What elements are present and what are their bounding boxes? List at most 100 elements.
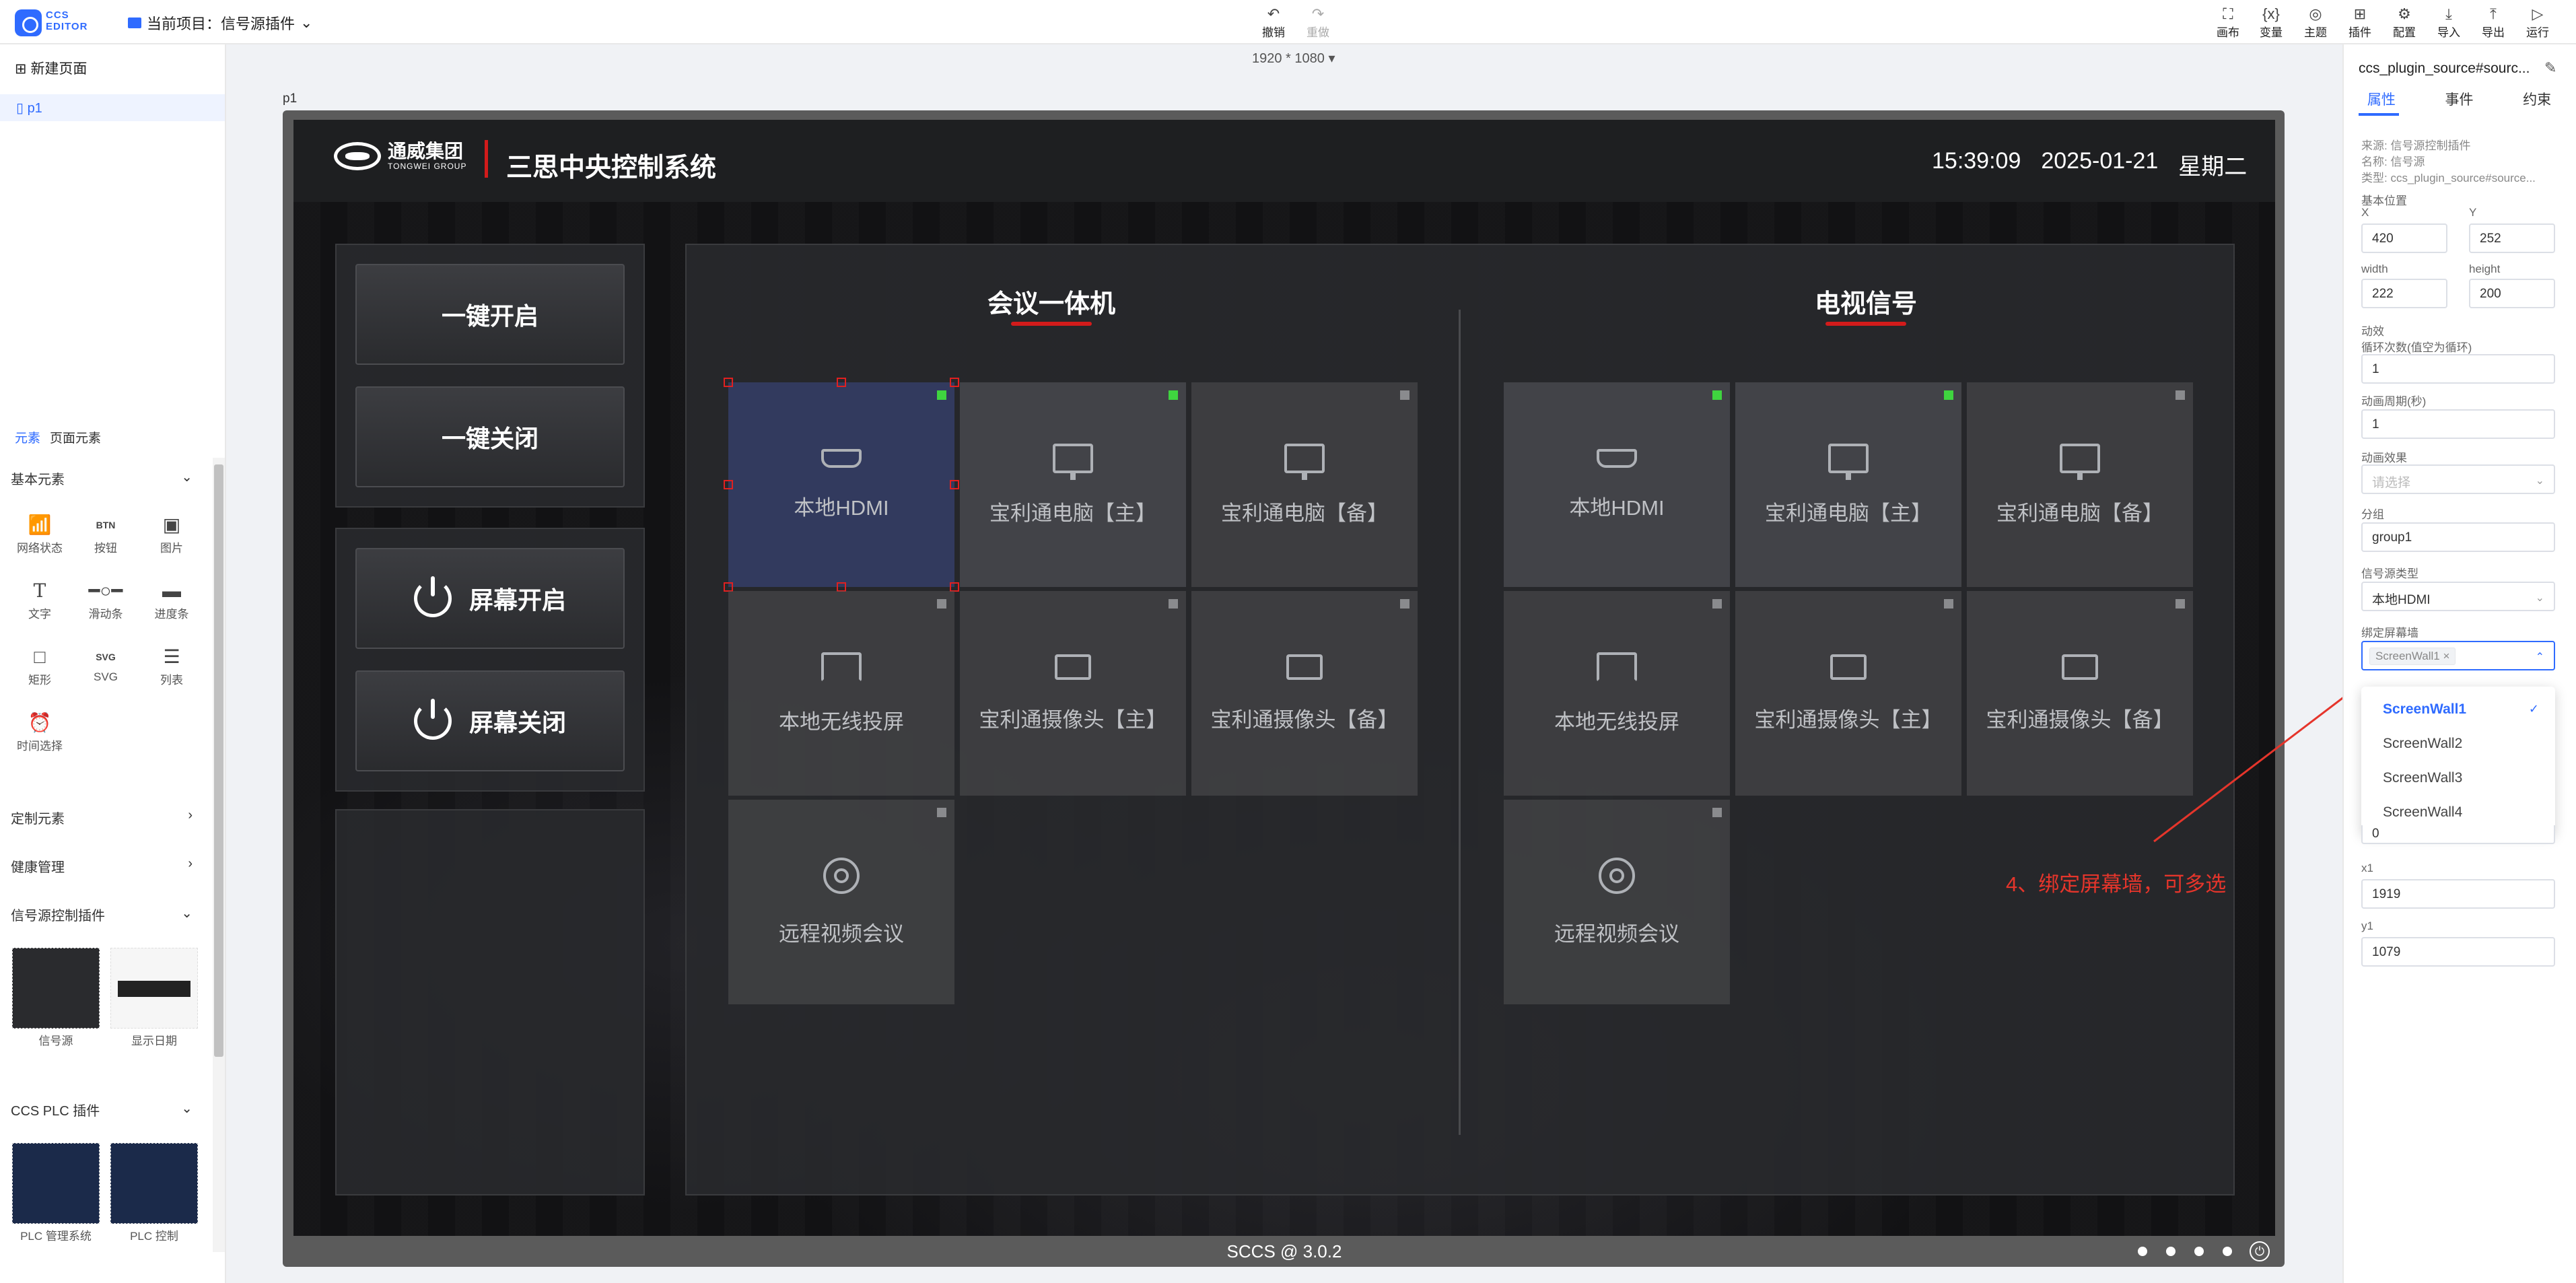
edit-icon[interactable]: ✎ [2544,59,2556,77]
screen-wall-select[interactable]: ScreenWall1 × ⌃ [2361,641,2555,670]
export-label: 导出 [2482,26,2505,39]
tab-page-elements[interactable]: 页面元素 [50,428,101,446]
resize-handle[interactable] [837,378,846,387]
resize-handle[interactable] [837,582,846,592]
plugin-thumb-date[interactable] [110,948,198,1029]
source-tile-hdmi[interactable]: 本地HDMI [724,378,959,592]
chevron-right-icon: › [188,856,193,871]
period-input[interactable]: 1 [2361,409,2555,439]
x1-input[interactable]: 1919 [2361,879,2555,909]
page-dot[interactable] [2166,1247,2175,1256]
tv-tile-remote-meeting[interactable]: 远程视频会议 [1504,800,1730,1004]
undo-button[interactable]: ↶ 撤销 [1253,5,1294,40]
theme-button[interactable]: ◎ 主题 [2295,5,2336,40]
resize-handle[interactable] [950,582,959,592]
dropdown-option[interactable]: ScreenWall4 [2361,795,2555,829]
power-icon[interactable]: ⏻ [2250,1241,2270,1261]
screen-on-button[interactable]: 屏幕开启 [355,548,625,649]
resize-handle[interactable] [950,378,959,387]
tv-tile-wireless[interactable]: 本地无线投屏 [1504,591,1730,796]
plugin-button[interactable]: ⊞ 插件 [2340,5,2380,40]
dropdown-option[interactable]: ScreenWall3 [2361,761,2555,795]
screen-off-button[interactable]: 屏幕关闭 [355,670,625,771]
section-health-management[interactable]: 健康管理 › [11,856,193,876]
tv-tile-pc-backup[interactable]: 宝利通电脑【备】 [1967,382,2193,587]
redo-button[interactable]: ↷ 重做 [1298,5,1338,40]
effect-select[interactable]: 请选择 ⌄ [2361,464,2555,494]
tab-properties[interactable]: 属性 [2367,89,2396,109]
canvas-button[interactable]: ⛶ 画布 [2208,5,2248,40]
resize-handle[interactable] [950,480,959,489]
source-tile-camera-backup[interactable]: 宝利通摄像头【备】 [1191,591,1418,796]
component-rect[interactable]: □ 矩形 [9,644,70,687]
scrollbar-thumb[interactable] [214,464,223,1057]
import-button[interactable]: ⤓ 导入 [2429,5,2469,40]
section-signal-plugin[interactable]: 信号源控制插件 ⌄ [11,905,193,924]
dropdown-option[interactable]: ScreenWall1 ✓ [2361,692,2555,726]
run-button[interactable]: ▷ 运行 [2517,5,2558,40]
source-tile-pc-main[interactable]: 宝利通电脑【主】 [960,382,1186,587]
group-input[interactable]: group1 [2361,522,2555,552]
source-tile-remote-meeting[interactable]: 远程视频会议 [728,800,954,1004]
plugin-thumb-signal-source[interactable] [12,948,100,1029]
dropdown-option[interactable]: ScreenWall2 [2361,726,2555,761]
section-basic-elements[interactable]: 基本元素 ⌄ [11,469,193,488]
tv-tile-camera-main[interactable]: 宝利通摄像头【主】 [1735,591,1961,796]
height-input[interactable]: 200 [2469,279,2555,308]
section-custom-elements[interactable]: 定制元素 › [11,808,193,827]
y1-input[interactable]: 1079 [2361,937,2555,967]
component-image[interactable]: ▣ 图片 [141,512,202,555]
clock-weekday: 星期二 [2178,154,2248,180]
component-svg[interactable]: SVG SVG [75,644,136,684]
resolution-selector[interactable]: 1920 * 1080 ▾ [1252,50,1335,67]
width-input[interactable]: 222 [2361,279,2447,308]
page-dot[interactable] [2194,1247,2204,1256]
status-led [1944,390,1953,400]
page-item-p1[interactable]: ▯ p1 [0,94,225,121]
component-progress[interactable]: ▬ 进度条 [141,578,202,621]
page-dot[interactable] [2223,1247,2232,1256]
section-plc-plugin[interactable]: CCS PLC 插件 ⌄ [11,1100,193,1119]
component-button[interactable]: BTN 按钮 [75,512,136,555]
y-input[interactable]: 252 [2469,223,2555,253]
resize-handle[interactable] [724,480,733,489]
tab-elements[interactable]: 元素 [15,428,40,446]
left-scrollbar[interactable] [213,458,225,1252]
component-list[interactable]: ☰ 列表 [141,644,202,687]
canvas-label: 画布 [2217,26,2239,39]
component-slider[interactable]: ━○━ 滑动条 [75,578,136,621]
all-off-button[interactable]: 一键关闭 [355,386,625,487]
tab-constraints[interactable]: 约束 [2523,89,2551,109]
component-label: 按钮 [94,542,117,555]
partially-hidden-input[interactable]: 0 [2361,825,2555,844]
loop-input[interactable]: 1 [2361,354,2555,384]
all-on-button[interactable]: 一键开启 [355,264,625,365]
source-type-select[interactable]: 本地HDMI ⌄ [2361,582,2555,611]
component-network-status[interactable]: 📶 网络状态 [9,512,70,555]
component-time-picker[interactable]: ⏰ 时间选择 [9,709,70,753]
plugin-thumb-plc-manage[interactable] [12,1143,100,1224]
source-label: 远程视频会议 [779,922,904,946]
camera-icon [1830,654,1867,680]
project-selector[interactable]: 当前项目：信号源插件 ⌄ [128,12,312,34]
new-page-button[interactable]: ⊞ 新建页面 [15,58,87,78]
resize-handle[interactable] [724,378,733,387]
x-input[interactable]: 420 [2361,223,2447,253]
component-text[interactable]: T 文字 [9,578,70,621]
redo-label: 重做 [1307,26,1329,39]
resize-handle[interactable] [724,582,733,592]
plugin-thumb-plc-control[interactable] [110,1143,198,1224]
config-button[interactable]: ⚙ 配置 [2384,5,2425,40]
tv-tile-pc-main[interactable]: 宝利通电脑【主】 [1735,382,1961,587]
page-dot[interactable] [2138,1247,2147,1256]
close-icon[interactable]: × [2443,650,2449,662]
source-tile-wireless[interactable]: 本地无线投屏 [728,591,954,796]
tv-tile-hdmi[interactable]: 本地HDMI [1504,382,1730,587]
component-label: 图片 [160,542,183,555]
variable-button[interactable]: {x} 变量 [2251,5,2291,40]
webcam-icon [1599,857,1635,894]
tab-events[interactable]: 事件 [2445,89,2473,109]
source-tile-pc-backup[interactable]: 宝利通电脑【备】 [1191,382,1418,587]
source-tile-camera-main[interactable]: 宝利通摄像头【主】 [960,591,1186,796]
export-button[interactable]: ⤒ 导出 [2473,5,2513,40]
